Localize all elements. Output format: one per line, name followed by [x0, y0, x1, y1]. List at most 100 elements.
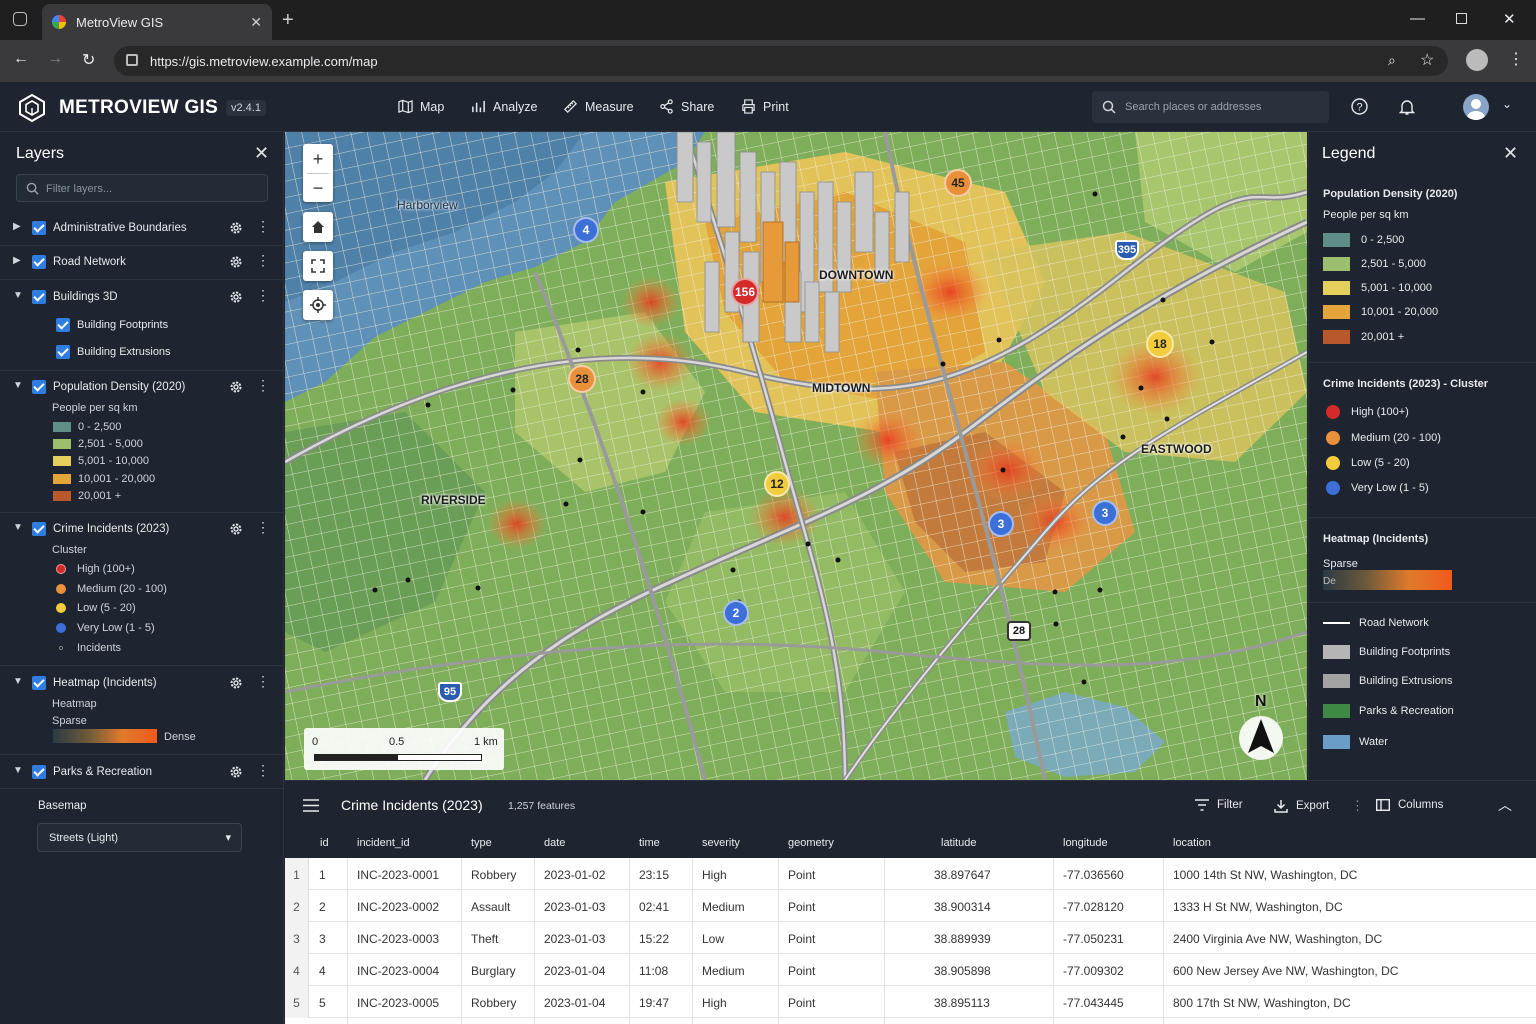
layer-visibility-checkbox[interactable]: [32, 765, 46, 779]
cluster-marker-medium[interactable]: 45: [944, 169, 972, 197]
layer-menu-icon[interactable]: ⋮: [256, 519, 270, 536]
cluster-marker-very-low[interactable]: 4: [573, 217, 599, 243]
bookmark-star-icon[interactable]: ☆: [1420, 50, 1434, 70]
layer-menu-icon[interactable]: ⋮: [256, 762, 270, 779]
gear-icon[interactable]: [229, 765, 243, 779]
layer-row-heatmap[interactable]: ▼ Heatmap (Incidents) ⋮: [0, 668, 284, 698]
hamburger-menu-icon[interactable]: [303, 799, 319, 812]
layer-menu-icon[interactable]: ⋮: [256, 377, 270, 394]
site-info-icon[interactable]: [126, 54, 138, 66]
layer-row-road-network[interactable]: ▶ Road Network ⋮: [0, 247, 284, 277]
zoom-icon[interactable]: ⌕: [1388, 52, 1396, 69]
column-header[interactable]: geometry: [788, 837, 834, 849]
layer-menu-icon[interactable]: ⋮: [256, 252, 270, 269]
zoom-out-button[interactable]: −: [313, 178, 324, 198]
place-search-input[interactable]: Search places or addresses: [1092, 91, 1329, 123]
tab-search-icon[interactable]: [13, 12, 27, 26]
profile-icon[interactable]: [1466, 49, 1488, 71]
column-header[interactable]: id: [320, 837, 329, 849]
map-canvas[interactable]: Harborview DOWNTOWN MIDTOWN EASTWOOD RIV…: [285, 132, 1307, 780]
user-avatar[interactable]: [1463, 94, 1489, 120]
user-menu-chevron-icon[interactable]: ⌄: [1502, 97, 1512, 111]
home-button[interactable]: [303, 212, 333, 242]
expand-chevron-icon[interactable]: ▶: [13, 221, 25, 233]
forward-icon[interactable]: →: [47, 50, 63, 68]
help-icon[interactable]: ?: [1351, 98, 1368, 115]
table-row[interactable]: 5 5 INC-2023-0005 Robbery 2023-01-04 19:…: [285, 986, 1536, 1018]
tool-map-button[interactable]: Map: [398, 99, 444, 114]
cluster-marker-very-low[interactable]: 2: [723, 600, 749, 626]
cluster-marker-very-low[interactable]: 3: [1092, 500, 1118, 526]
cluster-marker-low[interactable]: 12: [764, 471, 790, 497]
collapse-chevron-icon[interactable]: ▼: [13, 522, 25, 534]
close-legend-icon[interactable]: ✕: [1503, 143, 1518, 164]
layer-visibility-checkbox[interactable]: [32, 221, 46, 235]
new-tab-icon[interactable]: +: [282, 9, 294, 32]
window-close-icon[interactable]: ✕: [1503, 10, 1516, 28]
column-header[interactable]: type: [471, 837, 492, 849]
column-header[interactable]: incident_id: [357, 837, 410, 849]
cluster-marker-low[interactable]: 18: [1146, 330, 1174, 358]
collapse-chevron-icon[interactable]: ▼: [13, 290, 25, 302]
tool-print-button[interactable]: Print: [741, 99, 789, 114]
cluster-marker-medium[interactable]: 28: [568, 365, 596, 393]
expand-chevron-icon[interactable]: ▶: [13, 255, 25, 267]
gear-icon[interactable]: [229, 290, 243, 304]
collapse-table-chevron-icon[interactable]: ︿: [1498, 795, 1512, 815]
column-header[interactable]: severity: [702, 837, 740, 849]
tool-measure-button[interactable]: Measure: [563, 99, 634, 114]
table-row[interactable]: 3 3 INC-2023-0003 Theft 2023-01-03 15:22…: [285, 922, 1536, 954]
column-header[interactable]: date: [544, 837, 565, 849]
fullscreen-button[interactable]: [303, 251, 333, 281]
filter-layers-input[interactable]: Filter layers...: [16, 174, 268, 202]
sublayer-checkbox-building-footprints[interactable]: [56, 318, 70, 332]
layer-row-population-density[interactable]: ▼ Population Density (2020) ⋮: [0, 372, 284, 402]
browser-tab[interactable]: MetroView GIS ✕: [42, 4, 272, 40]
collapse-chevron-icon[interactable]: ▼: [13, 765, 25, 777]
layer-menu-icon[interactable]: ⋮: [256, 287, 270, 304]
layer-visibility-checkbox[interactable]: [32, 255, 46, 269]
close-tab-icon[interactable]: ✕: [250, 14, 262, 31]
layer-menu-icon[interactable]: ⋮: [256, 218, 270, 235]
gear-icon[interactable]: [229, 380, 243, 394]
browser-menu-icon[interactable]: ⋮: [1508, 49, 1524, 69]
tool-share-button[interactable]: Share: [659, 99, 714, 114]
zoom-in-button[interactable]: +: [313, 149, 324, 169]
filter-button[interactable]: Filter: [1195, 799, 1243, 811]
columns-button[interactable]: Columns: [1376, 799, 1443, 811]
layer-visibility-checkbox[interactable]: [32, 380, 46, 394]
column-header[interactable]: location: [1173, 837, 1211, 849]
cluster-marker-very-low[interactable]: 3: [988, 511, 1014, 537]
notifications-bell-icon[interactable]: [1399, 98, 1415, 116]
collapse-chevron-icon[interactable]: ▼: [13, 676, 25, 688]
gear-icon[interactable]: [229, 522, 243, 536]
sublayer-checkbox-building-extrusions[interactable]: [56, 345, 70, 359]
export-button[interactable]: Export: [1274, 799, 1329, 813]
address-bar[interactable]: https://gis.metroview.example.com/map ⌕ …: [114, 46, 1448, 76]
gear-icon[interactable]: [229, 255, 243, 269]
basemap-select[interactable]: Streets (Light) ▾: [37, 823, 242, 852]
layer-visibility-checkbox[interactable]: [32, 676, 46, 690]
close-layers-panel-icon[interactable]: ✕: [254, 143, 269, 164]
column-header[interactable]: latitude: [941, 837, 976, 849]
minimize-icon[interactable]: —: [1410, 10, 1425, 27]
table-row[interactable]: 2 2 INC-2023-0002 Assault 2023-01-03 02:…: [285, 890, 1536, 922]
layer-menu-icon[interactable]: ⋮: [256, 673, 270, 690]
back-icon[interactable]: ←: [13, 50, 29, 68]
restore-icon[interactable]: [1456, 13, 1467, 24]
column-header[interactable]: longitude: [1063, 837, 1108, 849]
locate-button[interactable]: [303, 290, 333, 320]
layer-row-parks-recreation[interactable]: ▼ Parks & Recreation ⋮: [0, 757, 284, 787]
table-row[interactable]: 4 4 INC-2023-0004 Burglary 2023-01-04 11…: [285, 954, 1536, 986]
reload-icon[interactable]: ↻: [82, 50, 95, 70]
layer-row-administrative-boundaries[interactable]: ▶ Administrative Boundaries ⋮: [0, 213, 284, 243]
layer-row-crime-incidents[interactable]: ▼ Crime Incidents (2023) ⋮: [0, 514, 284, 544]
collapse-chevron-icon[interactable]: ▼: [13, 380, 25, 392]
tool-analyze-button[interactable]: Analyze: [471, 99, 537, 114]
layer-visibility-checkbox[interactable]: [32, 290, 46, 304]
layer-row-buildings-3d[interactable]: ▼ Buildings 3D ⋮: [0, 282, 284, 312]
cluster-marker-high[interactable]: 156: [731, 278, 759, 306]
layer-visibility-checkbox[interactable]: [32, 522, 46, 536]
gear-icon[interactable]: [229, 221, 243, 235]
table-row[interactable]: 1 1 INC-2023-0001 Robbery 2023-01-02 23:…: [285, 858, 1536, 890]
